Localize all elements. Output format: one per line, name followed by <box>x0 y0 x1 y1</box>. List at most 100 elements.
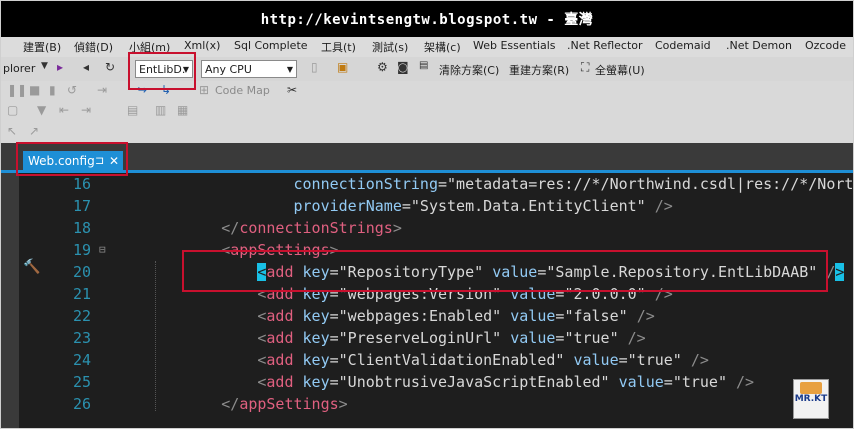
code-token: providerName <box>293 197 402 215</box>
build-icon[interactable]: ◙ <box>397 60 409 74</box>
tab-highlight <box>16 142 128 176</box>
code-token: key <box>302 351 330 369</box>
code-token: add <box>266 373 294 391</box>
code-token: /> <box>627 329 646 347</box>
code-map-icon: ⊞ <box>199 83 210 97</box>
code-line[interactable]: 18 </connectionStrings> <box>1 217 853 239</box>
code-token: /> <box>636 307 655 325</box>
code-text: <add key="PreserveLoginUrl" value="true"… <box>149 327 646 349</box>
clean-solution-button[interactable]: 清除方案(C) <box>439 62 499 78</box>
stop-icon[interactable]: ■ <box>29 83 40 97</box>
step-icon[interactable]: ↺ <box>67 83 77 97</box>
code-token: "webpages:Enabled" <box>338 307 502 325</box>
show-next-icon[interactable]: ⇥ <box>97 83 107 97</box>
menu-item[interactable]: .Net Reflector <box>567 39 643 52</box>
code-line[interactable]: 25 <add key="UnobtrusiveJavaScriptEnable… <box>1 371 853 393</box>
filter-icon[interactable]: ▼ <box>37 103 46 117</box>
solution-explorer-label[interactable]: plorer <box>3 62 35 75</box>
menu-item[interactable]: Xml(x) <box>184 39 220 52</box>
new-item-icon[interactable]: ▸ <box>57 60 63 74</box>
code-token: </ <box>221 395 240 413</box>
comment-icon[interactable]: ▢ <box>7 103 18 117</box>
menu-item[interactable]: .Net Demon <box>726 39 792 52</box>
prev-bookmark-icon[interactable]: ▥ <box>155 103 166 117</box>
code-token: = <box>329 351 339 369</box>
code-token: "true" <box>672 373 727 391</box>
line-number: 16 <box>72 175 91 193</box>
code-token: "PreserveLoginUrl" <box>338 329 502 347</box>
menu-item[interactable]: Ozcode <box>805 39 846 52</box>
line-number: 21 <box>72 285 91 303</box>
logo-image <box>800 382 822 394</box>
menu-item[interactable]: Codemaid <box>655 39 711 52</box>
console-icon[interactable]: ▤ <box>419 60 428 71</box>
refresh-icon[interactable]: ↻ <box>105 60 115 74</box>
menu-item[interactable]: Sql Complete <box>234 39 308 52</box>
menu-item[interactable]: 工具(t) <box>321 39 356 55</box>
tools-icon[interactable]: ✂ <box>287 83 297 97</box>
code-line[interactable]: 24 <add key="ClientValidationEnabled" va… <box>1 349 853 371</box>
config-highlight <box>128 52 196 90</box>
code-token: = <box>663 373 673 391</box>
code-line[interactable]: 17 providerName="System.Data.EntityClien… <box>1 195 853 217</box>
platform-combo[interactable]: Any CPU ▼ <box>201 60 297 78</box>
code-token: = <box>329 329 339 347</box>
code-token: appSettings <box>239 395 339 413</box>
code-token: = <box>329 373 339 391</box>
find-icon[interactable]: ▣ <box>337 60 348 74</box>
rebuild-solution-button[interactable]: 重建方案(R) <box>509 62 569 78</box>
code-token: value <box>618 373 664 391</box>
code-map-button[interactable]: Code Map <box>215 84 270 97</box>
navigate-forward-icon[interactable]: ↗ <box>29 124 39 138</box>
code-line[interactable]: 22 <add key="webpages:Enabled" value="fa… <box>1 305 853 327</box>
full-screen-button[interactable]: 全螢幕(U) <box>595 62 645 78</box>
code-token: = <box>401 197 411 215</box>
menu-item[interactable]: 架構(c) <box>424 39 461 55</box>
menu-item[interactable]: 建置(B) <box>23 39 61 55</box>
code-text: </appSettings> <box>149 393 347 415</box>
code-text: <add key="UnobtrusiveJavaScriptEnabled" … <box>149 371 754 393</box>
text-editor-toolbar: ▢ ▼ ⇤ ⇥ ▤ ▥ ▦ <box>1 101 853 121</box>
settings-gear-icon[interactable]: ⚙ <box>377 60 388 74</box>
code-token: connectionStrings <box>239 219 393 237</box>
back-icon[interactable]: ◂ <box>83 60 89 74</box>
code-text: connectionString="metadata=res://*/North… <box>149 173 854 195</box>
attach-icon[interactable]: ▯ <box>311 60 318 74</box>
next-bookmark-icon[interactable]: ▦ <box>177 103 188 117</box>
bookmark-icon[interactable]: ▤ <box>127 103 138 117</box>
line-number: 20 <box>72 263 91 281</box>
restart-icon[interactable]: ▮ <box>49 83 56 97</box>
fold-toggle-icon[interactable]: ⊟ <box>99 239 109 261</box>
menu-item[interactable]: 偵錯(D) <box>74 39 113 55</box>
pause-icon[interactable]: ❚❚ <box>7 83 27 97</box>
line-number: 23 <box>72 329 91 347</box>
dropdown-arrow-icon[interactable]: ▼ <box>41 61 48 71</box>
code-line[interactable]: 23 <add key="PreserveLoginUrl" value="tr… <box>1 327 853 349</box>
menu-item[interactable]: Web Essentials <box>473 39 556 52</box>
code-line[interactable]: 26 </appSettings> <box>1 393 853 415</box>
code-token: "true" <box>564 329 619 347</box>
indent-icon[interactable]: ⇥ <box>81 103 91 117</box>
code-token: key <box>302 307 330 325</box>
navigate-back-icon[interactable]: ↖ <box>7 124 17 138</box>
outdent-icon[interactable]: ⇤ <box>59 103 69 117</box>
code-token: add <box>266 351 294 369</box>
code-line[interactable]: 16 connectionString="metadata=res://*/No… <box>1 173 853 195</box>
menu-item[interactable]: 測試(s) <box>372 39 408 55</box>
code-editor[interactable]: 🔨 16 connectionString="metadata=res://*/… <box>1 173 853 428</box>
code-token: "true" <box>627 351 682 369</box>
code-text: <add key="webpages:Enabled" value="false… <box>149 305 655 327</box>
line-number: 25 <box>72 373 91 391</box>
code-token: value <box>510 307 556 325</box>
